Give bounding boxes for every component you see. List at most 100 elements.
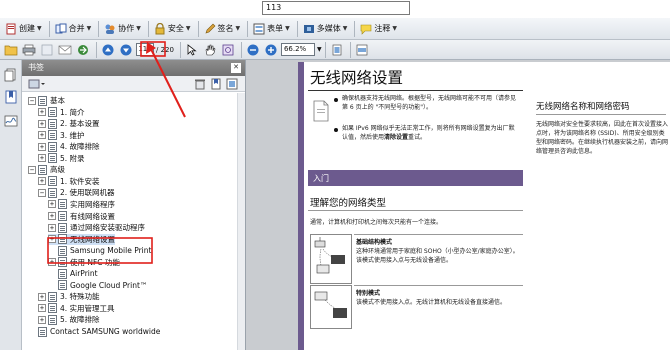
expand-icon[interactable]: + [48,235,56,244]
bookmark-item[interactable]: − 高级 [28,164,65,175]
fit-width-button[interactable] [354,42,370,58]
expand-icon[interactable]: + [48,200,56,209]
current-page-input[interactable]: 112 [136,43,154,56]
open-button[interactable] [3,42,19,58]
expand-icon[interactable]: + [38,292,46,301]
note-text-2: 如果 IPv6 网络似乎无法正常工作，则将所有网络设置复为出厂默认值，然后使用清… [342,124,518,142]
pages-icon[interactable] [4,68,18,82]
zoom-in-button[interactable] [263,42,279,58]
security-menu[interactable]: 安全 ▼ [152,20,193,38]
bookmark-item[interactable]: +4. 实用管理工具 [38,303,115,314]
new-bookmark-icon[interactable] [210,78,222,90]
bookmark-item[interactable]: +5. 故障排除 [38,314,100,325]
expand-icon[interactable]: + [38,142,46,151]
collapse-icon[interactable]: − [28,165,36,174]
bookmark-item[interactable]: − 基本 [28,95,65,106]
bookmark-item[interactable]: +2. 基本设置 [38,118,100,129]
bookmark-icon [48,107,57,118]
section-header-bar: 入门 [308,170,523,186]
marquee-zoom-button[interactable] [220,42,236,58]
create-label: 创建 [19,24,35,33]
bookmark-item[interactable]: +1. 软件安装 [38,176,100,187]
signatures-icon[interactable] [4,114,18,128]
bookmark-item[interactable]: − 2. 使用联网机器 [38,187,115,198]
bookmark-item[interactable]: + 使用 NFC 功能 [48,257,120,268]
expand-icon[interactable]: + [48,223,56,232]
bookmark-item[interactable]: +4. 故障排除 [38,141,100,152]
merge-menu[interactable]: 合并 ▼ [53,20,94,38]
bookmark-label: 5. 故障排除 [60,315,100,325]
toolbar-divider [296,20,298,37]
hand-tool-button[interactable] [202,42,218,58]
right-heading: 无线网络名称和网络密码 [536,102,630,112]
collapse-icon[interactable]: − [38,188,46,197]
collaborate-icon [105,24,115,34]
fit-page-icon [332,44,341,55]
close-icon[interactable]: ✕ [231,63,241,73]
bookmark-item[interactable]: Samsung Mobile Print [48,245,151,256]
form-icon [253,23,265,34]
forms-menu[interactable]: 表单 ▼ [251,20,292,38]
expand-icon[interactable]: + [38,315,46,324]
next-page-button[interactable] [118,42,134,58]
select-tool-button[interactable] [184,42,200,58]
zoom-out-button[interactable] [245,42,261,58]
delete-icon[interactable] [194,78,206,90]
bookmark-item[interactable]: + 实用网络程序 [48,199,115,210]
zoom-out-icon [247,44,259,55]
bookmark-icon [58,211,67,221]
bookmark-label: Samsung Mobile Print [70,246,152,256]
multimedia-menu[interactable]: 多媒体 ▼ [301,20,350,38]
save-button[interactable] [39,42,55,58]
expand-bookmark-icon[interactable] [226,78,238,90]
toolbar-divider [179,41,181,58]
fit-page-button[interactable] [329,42,345,58]
bookmark-item[interactable]: +3. 维护 [38,130,85,141]
bookmark-item[interactable]: +5. 附录 [38,153,85,164]
toolbar-divider [197,20,199,37]
expand-icon[interactable]: + [38,177,46,186]
note-text-2-tail: 重试。 [408,134,427,141]
expand-icon[interactable]: + [38,131,46,140]
merge-icon [55,23,67,33]
bookmarks-icon[interactable] [4,90,18,104]
document-page: 无线网络设置 确保机器支持无线网络。根据型号，无线网络可能不可用（请参见第 6 … [298,62,670,350]
page-number-field[interactable]: 113 [262,1,410,15]
email-button[interactable] [57,42,73,58]
print-button[interactable] [21,42,37,58]
expand-icon[interactable]: + [38,154,46,163]
comment-label: 注释 [374,24,391,33]
previous-page-button[interactable] [100,42,116,58]
toolbar-divider [324,41,326,58]
collapse-icon[interactable]: − [28,96,36,105]
bookmark-label: Google Cloud Print™ [70,280,148,290]
options-icon[interactable] [28,78,46,90]
bookmark-item[interactable]: AirPrint [48,268,98,279]
expand-icon[interactable]: + [38,119,46,128]
expand-icon[interactable]: + [38,108,46,117]
collaborate-menu[interactable]: 协作 ▼ [102,20,143,38]
sign-menu[interactable]: 签名 ▼ [202,20,243,38]
comment-icon [361,24,372,35]
bookmark-item[interactable]: +1. 简介 [38,107,85,118]
zoom-level-select[interactable]: 66.2% [280,43,315,56]
bookmark-item[interactable]: +3. 特殊功能 [38,291,100,302]
bookmark-item[interactable]: + 通过网络安装驱动程序 [48,222,145,233]
bookmark-item[interactable]: + 有线网络设置 [48,211,115,222]
envelope-icon [58,45,72,54]
panel-scrollbar[interactable] [237,93,245,350]
expand-icon[interactable]: + [48,258,56,267]
bookmark-item[interactable]: Google Cloud Print™ [48,280,147,291]
chevron-down-icon: ▼ [235,25,241,32]
create-icon [6,23,16,34]
share-button[interactable] [75,42,91,58]
comment-menu[interactable]: 注释 ▼ [358,20,399,38]
bookmark-item[interactable]: + 无线网络设置 [48,233,115,245]
chevron-down-icon[interactable]: ▼ [317,46,322,53]
create-menu[interactable]: 创建 ▼ [3,20,44,38]
expand-icon[interactable]: + [38,304,46,313]
bookmark-tree: − 基本 +1. 简介 +2. 基本设置 +3. 维护 +4. 故障排除 +5. 附录 − 高级… [22,93,237,350]
expand-icon[interactable]: + [48,212,56,220]
bookmark-label: AirPrint [70,269,98,279]
bookmark-item[interactable]: Contact SAMSUNG worldwide [28,326,160,337]
